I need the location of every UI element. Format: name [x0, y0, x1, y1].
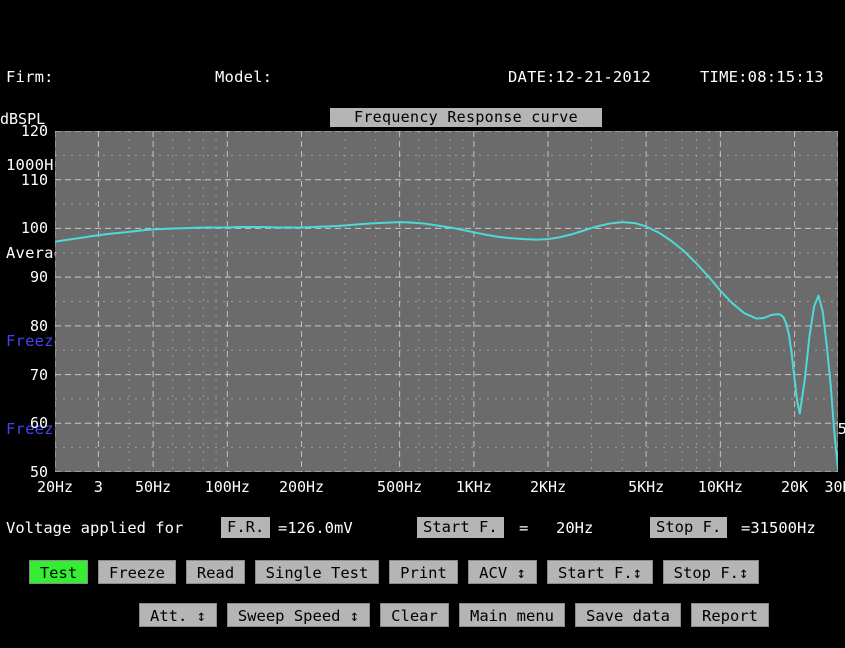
y-tick-80: 80: [0, 317, 48, 335]
stop-frequency-chip[interactable]: Stop F.: [650, 517, 727, 538]
x-tick-100Hz: 100Hz: [187, 478, 267, 496]
button-acv[interactable]: ACV ↕: [468, 560, 537, 584]
button-att[interactable]: Att. ↕: [139, 603, 217, 627]
firm-label: Firm:: [6, 66, 54, 88]
fr-voltage-value: =126.0mV: [278, 519, 353, 537]
y-tick-60: 60: [0, 414, 48, 432]
button-clear[interactable]: Clear: [380, 603, 449, 627]
fr-voltage-chip[interactable]: F.R.: [221, 517, 270, 538]
voltage-applied-label: Voltage applied for: [6, 519, 183, 537]
frequency-response-chart: dBSPL Frequency Response curve 120110100…: [0, 108, 845, 508]
response-curve: [55, 131, 838, 472]
x-tick-1KHz: 1KHz: [434, 478, 514, 496]
button-freeze[interactable]: Freeze: [98, 560, 176, 584]
time-value: TIME:08:15:13: [700, 66, 824, 88]
y-tick-120: 120: [0, 122, 48, 140]
button-read[interactable]: Read: [186, 560, 245, 584]
button-single-test[interactable]: Single Test: [255, 560, 379, 584]
button-row-secondary: Att. ↕ Sweep Speed ↕ Clear Main menu Save da…: [0, 603, 845, 629]
y-tick-110: 110: [0, 171, 48, 189]
x-tick-30K: 30K: [798, 478, 845, 496]
x-tick-500Hz: 500Hz: [360, 478, 440, 496]
button-stop-f[interactable]: Stop F.↕: [663, 560, 759, 584]
x-tick-50Hz: 50Hz: [113, 478, 193, 496]
voltage-settings-row: Voltage applied for F.R. =126.0mV Start …: [0, 517, 845, 543]
start-frequency-eq: =: [519, 519, 528, 537]
plot-area: [55, 131, 838, 472]
header-line-1: Firm: Model: DATE:12-21-2012 TIME:08:15:…: [0, 66, 845, 88]
x-tick-10KHz: 10KHz: [680, 478, 760, 496]
start-frequency-chip[interactable]: Start F.: [417, 517, 504, 538]
date-value: DATE:12-21-2012: [508, 66, 651, 88]
button-test[interactable]: Test: [29, 560, 88, 584]
button-print[interactable]: Print: [389, 560, 458, 584]
button-main-menu[interactable]: Main menu: [459, 603, 565, 627]
y-tick-100: 100: [0, 219, 48, 237]
stop-frequency-value: =31500Hz: [741, 519, 816, 537]
x-tick-2KHz: 2KHz: [508, 478, 588, 496]
chart-title: Frequency Response curve: [330, 108, 602, 127]
button-sweep-speed[interactable]: Sweep Speed ↕: [227, 603, 370, 627]
button-row-primary: Test Freeze Read Single Test Print ACV ↕ Start…: [0, 560, 845, 586]
button-start-f[interactable]: Start F.↕: [547, 560, 653, 584]
button-report[interactable]: Report: [691, 603, 769, 627]
y-tick-70: 70: [0, 366, 48, 384]
y-tick-90: 90: [0, 268, 48, 286]
start-frequency-value: 20Hz: [556, 519, 593, 537]
model-label: Model:: [215, 66, 272, 88]
app-screen: Firm: Model: DATE:12-21-2012 TIME:08:15:…: [0, 0, 845, 648]
button-save-data[interactable]: Save data: [575, 603, 681, 627]
x-tick-5KHz: 5KHz: [606, 478, 686, 496]
x-tick-200Hz: 200Hz: [262, 478, 342, 496]
